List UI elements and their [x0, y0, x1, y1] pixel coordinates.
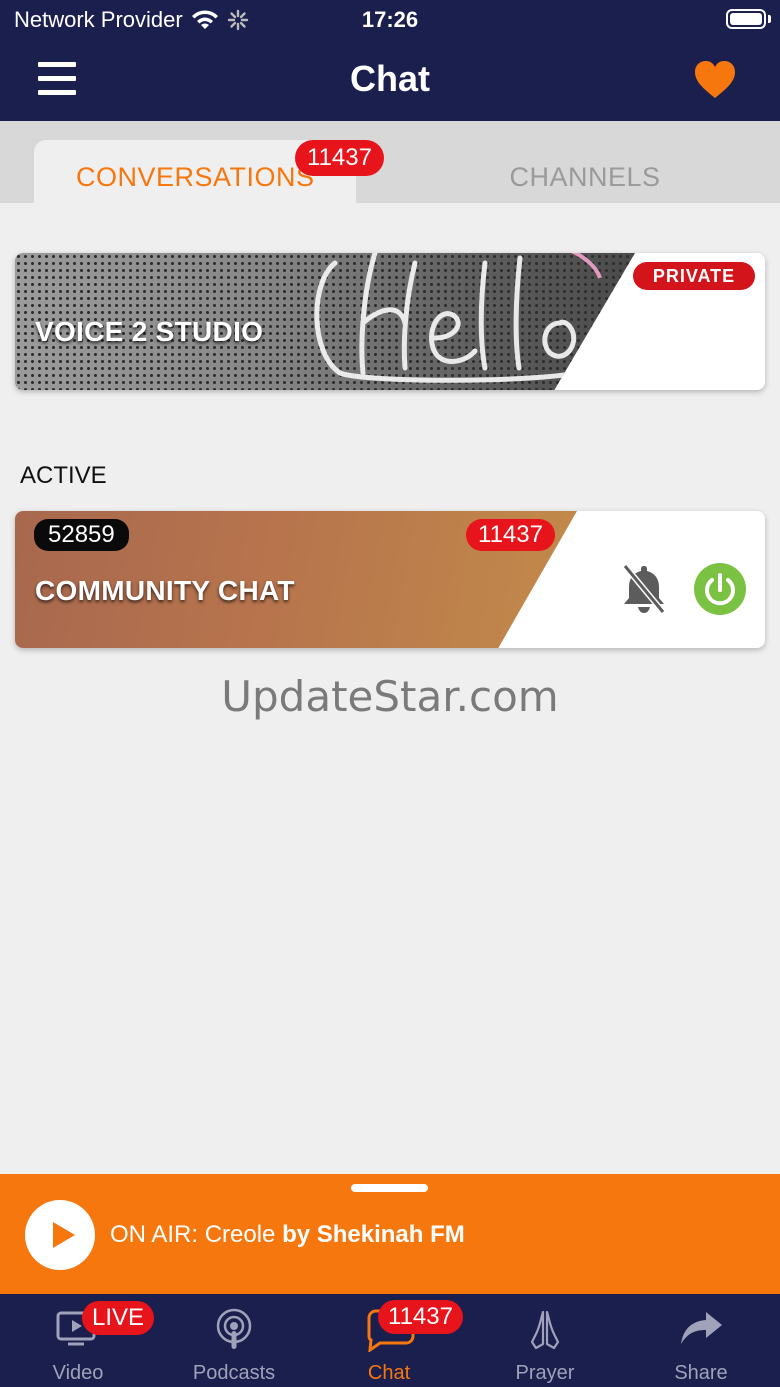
- tabbar-label-video: Video: [52, 1362, 104, 1384]
- heart-icon[interactable]: [694, 60, 736, 100]
- tabbar-item-share[interactable]: Share: [623, 1294, 779, 1387]
- play-button[interactable]: [25, 1200, 95, 1270]
- private-badge: PRIVATE: [633, 262, 755, 290]
- private-room-card[interactable]: VOICE 2 STUDIO PRIVATE: [15, 253, 765, 390]
- bell-slash-icon[interactable]: [619, 562, 669, 614]
- now-playing-text: ON AIR: Creole by Shekinah FM: [110, 1221, 465, 1249]
- tab-channels[interactable]: CHANNELS: [420, 162, 750, 193]
- hello-neon-image: [314, 253, 602, 383]
- active-section-label: ACTIVE: [20, 462, 107, 489]
- now-playing-station: by Shekinah FM: [282, 1221, 465, 1248]
- live-badge: LIVE: [82, 1301, 155, 1335]
- page-title: Chat: [350, 58, 430, 99]
- podcast-icon: [216, 1308, 252, 1349]
- tabbar-item-prayer[interactable]: Prayer: [467, 1294, 623, 1387]
- power-icon[interactable]: [694, 563, 746, 615]
- watermark-text: UpdateStar.com: [221, 672, 559, 721]
- tabbar-label-chat: Chat: [367, 1362, 411, 1384]
- battery-icon: [726, 9, 766, 29]
- room-unread-badge: 11437: [466, 519, 555, 551]
- tabbar-label-prayer: Prayer: [515, 1362, 575, 1384]
- top-bar: Network Provider 17:26 Chat: [0, 0, 780, 121]
- chat-unread-badge: 11437: [378, 1300, 463, 1334]
- tabbar-label-share: Share: [674, 1362, 728, 1384]
- conversations-unread-badge: 11437: [295, 140, 384, 176]
- bottom-tab-bar: Video LIVE Podcasts Chat 11437 Prayer Sh…: [0, 1294, 780, 1387]
- now-playing-prefix: ON AIR: Creole: [110, 1221, 283, 1248]
- status-time: 17:26: [361, 7, 419, 32]
- share-arrow-icon: [681, 1312, 722, 1344]
- tabbar-label-podcasts: Podcasts: [192, 1362, 276, 1384]
- tab-conversations-label: CONVERSATIONS: [76, 162, 315, 192]
- community-chat-title: COMMUNITY CHAT: [35, 575, 295, 606]
- community-chat-card[interactable]: 52859 11437 COMMUNITY CHAT: [15, 511, 765, 648]
- battery-tip: [768, 15, 771, 23]
- power-symbol-icon: [705, 573, 735, 606]
- drag-handle[interactable]: [351, 1184, 428, 1192]
- private-room-title: VOICE 2 STUDIO: [35, 316, 264, 347]
- praying-hands-icon: [530, 1310, 560, 1350]
- segmented-tabs: CONVERSATIONS 11437 CHANNELS: [0, 121, 780, 203]
- member-count-badge: 52859: [34, 519, 129, 551]
- tabbar-item-podcasts[interactable]: Podcasts: [156, 1294, 312, 1387]
- now-playing-bar[interactable]: ON AIR: Creole by Shekinah FM: [0, 1174, 780, 1294]
